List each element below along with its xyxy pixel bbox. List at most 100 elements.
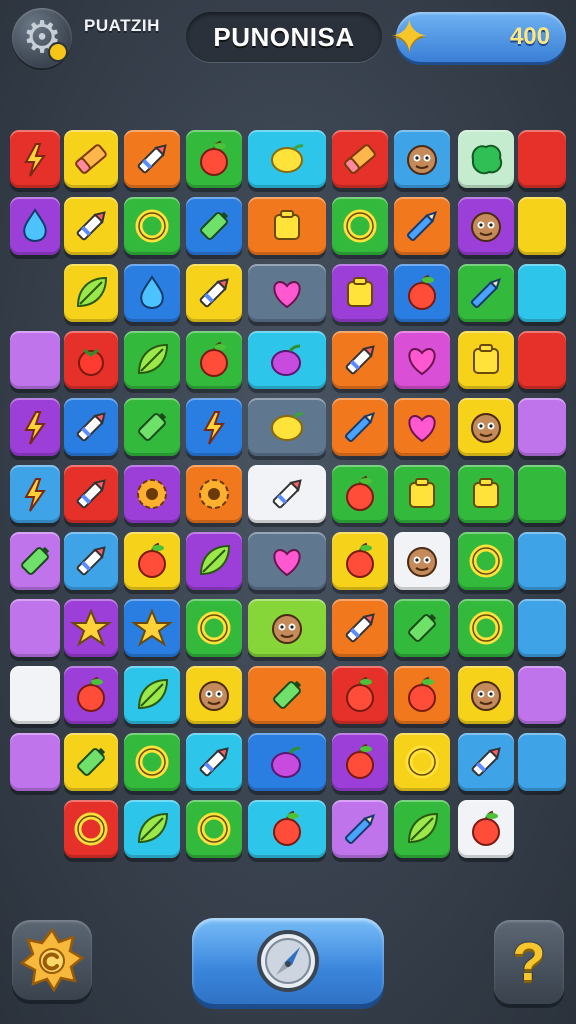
board-tile[interactable] [332,130,388,188]
board-tile[interactable] [394,398,450,456]
board-tile[interactable] [10,331,60,389]
board-tile[interactable] [394,331,450,389]
board-tile[interactable] [394,465,450,523]
board-tile[interactable] [64,331,118,389]
board-tile[interactable] [64,800,118,858]
board-tile[interactable] [518,398,566,456]
board-tile[interactable] [518,331,566,389]
board-tile[interactable] [518,733,566,791]
board-tile[interactable] [124,666,180,724]
board-tile[interactable] [124,733,180,791]
board-tile[interactable] [458,398,514,456]
board-tile[interactable] [186,733,242,791]
board-tile[interactable] [248,666,326,724]
board-tile[interactable] [458,800,514,858]
board-tile[interactable] [10,599,60,657]
board-tile[interactable] [64,666,118,724]
board-tile[interactable] [124,398,180,456]
board-tile[interactable] [10,398,60,456]
board-tile[interactable] [332,264,388,322]
board-tile[interactable] [186,666,242,724]
board-tile[interactable] [64,264,118,322]
board-tile[interactable] [248,800,326,858]
board-tile[interactable] [64,733,118,791]
board-tile[interactable] [64,599,118,657]
board-tile[interactable] [10,532,60,590]
board-tile[interactable] [186,398,242,456]
board-tile[interactable] [186,800,242,858]
board-tile[interactable] [394,532,450,590]
board-tile[interactable] [124,599,180,657]
board-tile[interactable] [186,465,242,523]
board-tile[interactable] [458,599,514,657]
board-tile[interactable] [248,465,326,523]
board-tile[interactable] [458,264,514,322]
powerup-button[interactable] [12,920,92,1000]
board-tile[interactable] [248,331,326,389]
board-tile[interactable] [332,666,388,724]
board-tile[interactable] [458,331,514,389]
board-tile[interactable] [394,666,450,724]
board-tile[interactable] [332,800,388,858]
board-tile[interactable] [394,733,450,791]
board-tile[interactable] [124,331,180,389]
board-tile[interactable] [332,733,388,791]
board-tile[interactable] [10,666,60,724]
board-tile[interactable] [10,465,60,523]
board-tile[interactable] [458,465,514,523]
board-tile[interactable] [458,666,514,724]
board-tile[interactable] [458,197,514,255]
board-tile[interactable] [394,130,450,188]
board-tile[interactable] [10,197,60,255]
board-tile[interactable] [186,331,242,389]
board-tile[interactable] [518,532,566,590]
board-tile[interactable] [248,130,326,188]
board-tile[interactable] [458,130,514,188]
board-tile[interactable] [64,532,118,590]
board-tile[interactable] [518,666,566,724]
board-tile[interactable] [186,532,242,590]
board-tile[interactable] [64,130,118,188]
board-tile[interactable] [64,197,118,255]
board-tile[interactable] [10,130,60,188]
board-tile[interactable] [124,800,180,858]
board-tile[interactable] [394,800,450,858]
board-tile[interactable] [394,264,450,322]
help-button[interactable]: ? [494,920,564,1004]
board-tile[interactable] [394,197,450,255]
board-tile[interactable] [186,264,242,322]
board-tile[interactable] [458,532,514,590]
board-tile[interactable] [248,197,326,255]
board-tile[interactable] [332,465,388,523]
board-tile[interactable] [124,130,180,188]
board-tile[interactable] [518,465,566,523]
board-tile[interactable] [518,130,566,188]
board-tile[interactable] [332,331,388,389]
settings-button[interactable]: ⚙ [12,8,72,68]
board-tile[interactable] [64,398,118,456]
board-tile[interactable] [248,398,326,456]
board-tile[interactable] [124,197,180,255]
board-tile[interactable] [186,599,242,657]
board-tile[interactable] [124,465,180,523]
board-tile[interactable] [332,532,388,590]
board-tile[interactable] [458,733,514,791]
board-tile[interactable] [332,398,388,456]
board-tile[interactable] [518,599,566,657]
shuffle-button[interactable] [192,918,384,1004]
board-tile[interactable] [518,264,566,322]
board-tile[interactable] [124,532,180,590]
board-tile[interactable] [64,465,118,523]
board-tile[interactable] [248,599,326,657]
board-tile[interactable] [124,264,180,322]
board-tile[interactable] [248,532,326,590]
board-tile[interactable] [332,197,388,255]
board-tile[interactable] [518,197,566,255]
board-tile[interactable] [10,733,60,791]
board-tile[interactable] [248,733,326,791]
board-tile[interactable] [186,130,242,188]
board-tile[interactable] [248,264,326,322]
board-tile[interactable] [394,599,450,657]
board-tile[interactable] [332,599,388,657]
board-tile[interactable] [186,197,242,255]
